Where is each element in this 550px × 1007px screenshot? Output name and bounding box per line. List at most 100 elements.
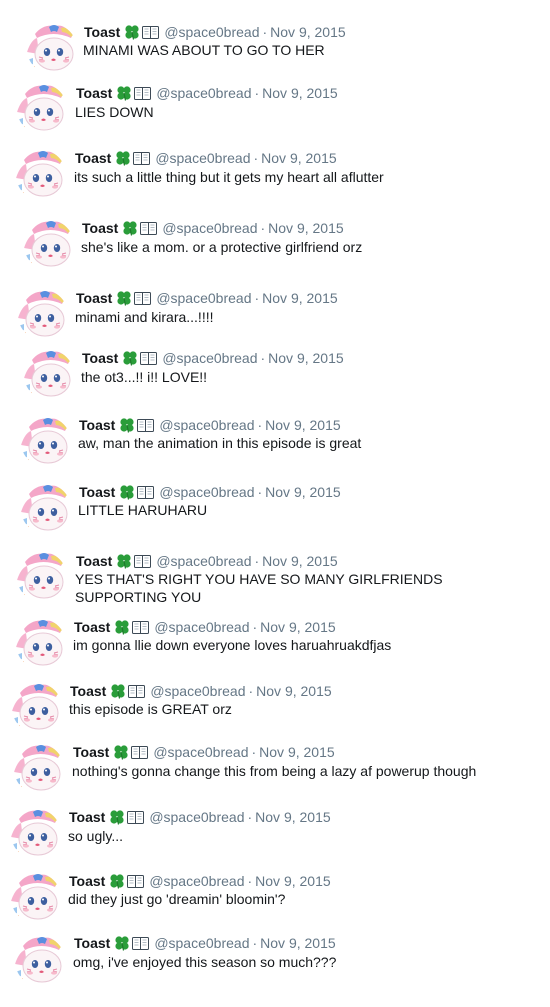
user-handle[interactable]: @space0bread xyxy=(154,935,249,951)
tweet-header: Toast @space0bread · Nov 9, 2015 xyxy=(79,416,341,434)
user-handle[interactable]: @space0bread xyxy=(156,85,251,101)
tweet-date[interactable]: Nov 9, 2015 xyxy=(268,220,344,236)
user-handle[interactable]: @space0bread xyxy=(159,484,254,500)
avatar[interactable] xyxy=(16,619,66,669)
avatar-image xyxy=(24,220,74,270)
avatar[interactable] xyxy=(15,936,65,986)
four-leaf-clover-icon xyxy=(115,936,129,951)
tweet-date[interactable]: Nov 9, 2015 xyxy=(261,150,337,166)
display-name[interactable]: Toast xyxy=(79,417,115,433)
display-name[interactable]: Toast xyxy=(76,553,112,569)
avatar[interactable] xyxy=(21,417,71,467)
display-name[interactable]: Toast xyxy=(70,683,106,699)
display-name[interactable]: Toast xyxy=(82,220,118,236)
tweet-date[interactable]: Nov 9, 2015 xyxy=(256,683,332,699)
open-book-icon xyxy=(137,486,155,499)
user-handle[interactable]: @space0bread xyxy=(162,350,257,366)
avatar-image xyxy=(16,619,66,669)
open-book-icon xyxy=(142,26,160,39)
tweet-header: Toast @space0bread · Nov 9, 2015 xyxy=(79,483,341,501)
four-leaf-clover-icon xyxy=(123,221,137,236)
avatar-image xyxy=(11,809,61,859)
tweet-date[interactable]: Nov 9, 2015 xyxy=(265,484,341,500)
avatar[interactable] xyxy=(12,683,62,733)
tweet-date[interactable]: Nov 9, 2015 xyxy=(259,744,335,760)
display-name[interactable]: Toast xyxy=(75,150,111,166)
avatar[interactable] xyxy=(11,873,61,923)
avatar-image xyxy=(17,552,67,602)
four-leaf-clover-icon xyxy=(123,351,137,366)
open-book-icon xyxy=(133,152,151,165)
user-handle[interactable]: @space0bread xyxy=(156,290,251,306)
four-leaf-clover-icon xyxy=(117,291,131,306)
tweet-date[interactable]: Nov 9, 2015 xyxy=(262,290,338,306)
user-handle[interactable]: @space0bread xyxy=(150,683,245,699)
avatar[interactable] xyxy=(11,809,61,859)
display-name[interactable]: Toast xyxy=(76,85,112,101)
tweet-date[interactable]: Nov 9, 2015 xyxy=(255,873,331,889)
avatar-image xyxy=(21,484,71,534)
tweet-text: MINAMI WAS ABOUT TO GO TO HER xyxy=(83,42,325,58)
user-handle[interactable]: @space0bread xyxy=(154,619,249,635)
user-handle[interactable]: @space0bread xyxy=(149,873,244,889)
display-name[interactable]: Toast xyxy=(74,935,110,951)
user-handle[interactable]: @space0bread xyxy=(149,809,244,825)
four-leaf-clover-icon xyxy=(115,620,129,635)
tweet-date[interactable]: Nov 9, 2015 xyxy=(265,417,341,433)
avatar[interactable] xyxy=(18,290,68,340)
avatar-image xyxy=(12,683,62,733)
avatar[interactable] xyxy=(17,84,67,134)
separator-dot: · xyxy=(251,744,257,760)
avatar-image xyxy=(16,150,66,200)
tweet-header: Toast @space0bread · Nov 9, 2015 xyxy=(75,149,337,167)
display-name[interactable]: Toast xyxy=(69,873,105,889)
four-leaf-clover-icon xyxy=(120,485,134,500)
open-book-icon xyxy=(140,352,158,365)
tweet-header: Toast @space0bread · Nov 9, 2015 xyxy=(74,618,336,636)
user-handle[interactable]: @space0bread xyxy=(164,24,259,40)
avatar[interactable] xyxy=(14,744,64,794)
display-name[interactable]: Toast xyxy=(82,350,118,366)
tweet-header: Toast @space0bread · Nov 9, 2015 xyxy=(73,743,335,761)
separator-dot: · xyxy=(252,935,258,951)
display-name[interactable]: Toast xyxy=(79,484,115,500)
display-name[interactable]: Toast xyxy=(73,744,109,760)
four-leaf-clover-icon xyxy=(117,86,131,101)
display-name[interactable]: Toast xyxy=(84,24,120,40)
open-book-icon xyxy=(140,222,158,235)
user-handle[interactable]: @space0bread xyxy=(155,150,250,166)
tweet-date[interactable]: Nov 9, 2015 xyxy=(260,619,336,635)
user-handle[interactable]: @space0bread xyxy=(159,417,254,433)
avatar[interactable] xyxy=(17,552,67,602)
open-book-icon xyxy=(128,685,146,698)
tweet-date[interactable]: Nov 9, 2015 xyxy=(260,935,336,951)
tweet-header: Toast @space0bread · Nov 9, 2015 xyxy=(74,934,336,952)
avatar[interactable] xyxy=(24,220,74,270)
separator-dot: · xyxy=(254,553,260,569)
tweet-date[interactable]: Nov 9, 2015 xyxy=(270,24,346,40)
tweet-date[interactable]: Nov 9, 2015 xyxy=(268,350,344,366)
avatar-image xyxy=(21,417,71,467)
avatar-image xyxy=(17,84,67,134)
display-name[interactable]: Toast xyxy=(69,809,105,825)
open-book-icon xyxy=(137,419,155,432)
open-book-icon xyxy=(132,937,150,950)
avatar[interactable] xyxy=(21,484,71,534)
user-handle[interactable]: @space0bread xyxy=(156,553,251,569)
display-name[interactable]: Toast xyxy=(76,290,112,306)
avatar[interactable] xyxy=(27,24,77,74)
tweet-date[interactable]: Nov 9, 2015 xyxy=(255,809,331,825)
tweet-text: LITTLE HARUHARU xyxy=(78,502,208,518)
separator-dot: · xyxy=(260,350,266,366)
avatar[interactable] xyxy=(16,150,66,200)
tweet-text: aw, man the animation in this episode is… xyxy=(78,435,362,451)
tweet-date[interactable]: Nov 9, 2015 xyxy=(262,85,338,101)
display-name[interactable]: Toast xyxy=(74,619,110,635)
avatar-image xyxy=(24,350,74,400)
avatar[interactable] xyxy=(24,350,74,400)
tweet-date[interactable]: Nov 9, 2015 xyxy=(262,553,338,569)
user-handle[interactable]: @space0bread xyxy=(162,220,257,236)
tweet-text: this episode is GREAT orz xyxy=(69,701,232,717)
avatar-image xyxy=(14,744,64,794)
user-handle[interactable]: @space0bread xyxy=(153,744,248,760)
